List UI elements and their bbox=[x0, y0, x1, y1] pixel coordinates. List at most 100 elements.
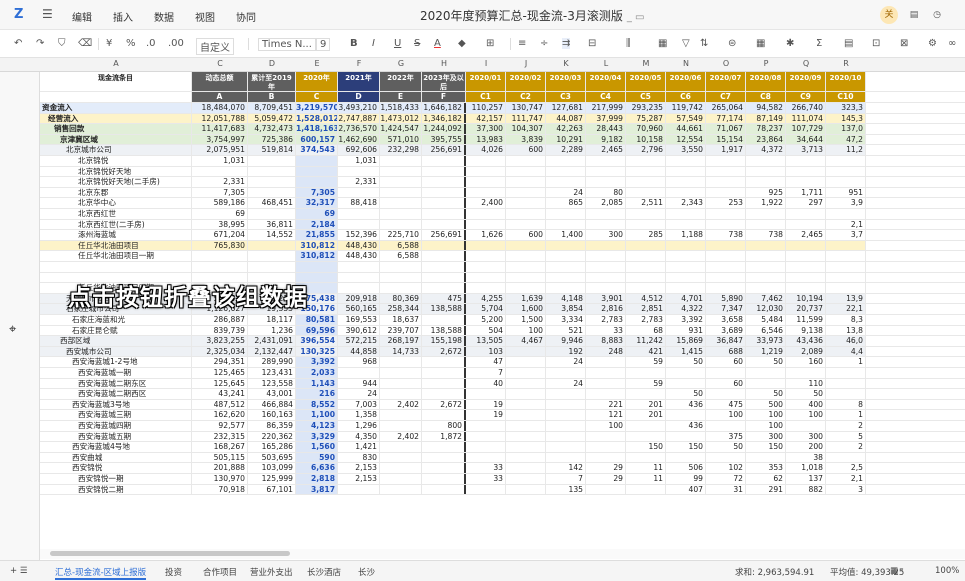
value-cell[interactable] bbox=[586, 209, 626, 219]
value-cell[interactable] bbox=[466, 219, 506, 230]
value-cell[interactable]: 688 bbox=[706, 346, 746, 357]
value-cell[interactable] bbox=[380, 166, 422, 177]
value-cell[interactable]: 11,242 bbox=[626, 336, 666, 346]
history-icon[interactable]: ◷ bbox=[928, 6, 946, 24]
value-cell[interactable] bbox=[706, 177, 746, 187]
value-cell[interactable] bbox=[506, 156, 546, 166]
value-cell[interactable]: 80 bbox=[586, 187, 626, 198]
value-cell[interactable] bbox=[746, 283, 786, 293]
value-cell[interactable]: 47 bbox=[466, 357, 506, 367]
value-cell[interactable]: 1,922 bbox=[746, 198, 786, 208]
row-label-cell[interactable]: 西安城市公司 bbox=[40, 346, 192, 357]
value-cell[interactable] bbox=[826, 452, 866, 463]
value-cell[interactable]: 47,2 bbox=[826, 134, 866, 145]
header-code-cell[interactable]: C10 bbox=[826, 92, 866, 102]
header-cell[interactable]: 2021年 bbox=[338, 72, 380, 91]
value-cell[interactable]: 265,064 bbox=[706, 103, 746, 113]
value-cell[interactable]: 5,704 bbox=[466, 304, 506, 314]
value-cell[interactable]: 10,194 bbox=[786, 293, 826, 304]
value-cell[interactable] bbox=[338, 187, 380, 198]
value-cell[interactable] bbox=[380, 484, 422, 495]
value-cell[interactable] bbox=[506, 368, 546, 378]
value-cell[interactable]: 1,560 bbox=[296, 442, 338, 452]
font-select[interactable]: Times N... bbox=[258, 38, 316, 51]
value-cell[interactable]: 3,823,255 bbox=[192, 336, 248, 346]
value-cell[interactable]: 2,085 bbox=[586, 198, 626, 208]
value-cell[interactable] bbox=[422, 251, 466, 261]
value-cell[interactable]: 390,612 bbox=[338, 325, 380, 336]
value-cell[interactable]: 19 bbox=[466, 399, 506, 410]
value-cell[interactable]: 504 bbox=[466, 325, 506, 336]
value-cell[interactable] bbox=[422, 389, 466, 399]
value-cell[interactable] bbox=[506, 474, 546, 484]
value-cell[interactable]: 590 bbox=[296, 452, 338, 463]
value-cell[interactable]: 60 bbox=[706, 357, 746, 367]
value-cell[interactable] bbox=[380, 474, 422, 484]
row-label-cell[interactable]: 涿州海蓝城 bbox=[40, 230, 192, 240]
value-cell[interactable]: 100 bbox=[746, 410, 786, 420]
row-label-cell[interactable]: 北京锦悦好天地(二手房) bbox=[40, 177, 192, 187]
value-cell[interactable]: 137,0 bbox=[826, 124, 866, 134]
value-cell[interactable]: 5,484 bbox=[746, 315, 786, 325]
value-cell[interactable] bbox=[746, 219, 786, 230]
value-cell[interactable]: 123,558 bbox=[248, 378, 296, 389]
value-cell[interactable]: 121 bbox=[586, 410, 626, 420]
value-cell[interactable]: 297 bbox=[786, 198, 826, 208]
value-cell[interactable] bbox=[626, 421, 666, 431]
value-cell[interactable] bbox=[466, 156, 506, 166]
value-cell[interactable]: 2,1 bbox=[826, 219, 866, 230]
table-icon[interactable]: ▦ bbox=[756, 38, 765, 49]
column-letter-i[interactable]: I bbox=[466, 59, 506, 68]
value-cell[interactable] bbox=[546, 368, 586, 378]
value-cell[interactable]: 256,691 bbox=[422, 230, 466, 240]
value-cell[interactable]: 506 bbox=[666, 463, 706, 473]
value-cell[interactable] bbox=[826, 166, 866, 177]
value-cell[interactable]: 127,681 bbox=[546, 103, 586, 113]
value-cell[interactable]: 2,851 bbox=[626, 304, 666, 314]
valign-icon[interactable]: ÷ bbox=[540, 38, 548, 49]
value-cell[interactable]: 2,736,570 bbox=[338, 124, 380, 134]
header-code-cell[interactable]: C9 bbox=[786, 92, 826, 102]
value-cell[interactable]: 162,620 bbox=[192, 410, 248, 420]
column-letter-o[interactable]: O bbox=[706, 59, 746, 68]
value-cell[interactable]: 103 bbox=[466, 346, 506, 357]
value-cell[interactable]: 6,588 bbox=[380, 251, 422, 261]
value-cell[interactable]: 600 bbox=[506, 230, 546, 240]
value-cell[interactable] bbox=[706, 156, 746, 166]
value-cell[interactable] bbox=[192, 262, 248, 272]
value-cell[interactable]: 99 bbox=[666, 474, 706, 484]
value-cell[interactable] bbox=[380, 198, 422, 208]
value-cell[interactable]: 1,917 bbox=[706, 145, 746, 155]
value-cell[interactable]: 216 bbox=[296, 389, 338, 399]
value-cell[interactable] bbox=[706, 251, 746, 261]
header-code-cell[interactable]: C8 bbox=[746, 92, 786, 102]
value-cell[interactable]: 11,599 bbox=[786, 315, 826, 325]
value-cell[interactable] bbox=[746, 378, 786, 389]
sheet-tab-coop[interactable]: 合作项目 bbox=[203, 566, 237, 578]
value-cell[interactable]: 40 bbox=[466, 378, 506, 389]
value-cell[interactable]: 11 bbox=[626, 474, 666, 484]
value-cell[interactable] bbox=[338, 272, 380, 283]
value-cell[interactable]: 42,157 bbox=[466, 113, 506, 124]
value-cell[interactable]: 14,552 bbox=[248, 230, 296, 240]
value-cell[interactable]: 1,031 bbox=[192, 156, 248, 166]
value-cell[interactable]: 2,816 bbox=[586, 304, 626, 314]
column-letter-d[interactable]: D bbox=[248, 59, 296, 68]
value-cell[interactable]: 6,636 bbox=[296, 463, 338, 473]
value-cell[interactable] bbox=[586, 357, 626, 367]
value-cell[interactable]: 80,581 bbox=[296, 315, 338, 325]
value-cell[interactable]: 2,184 bbox=[296, 219, 338, 230]
header-cell[interactable]: 2020/08 bbox=[746, 72, 786, 91]
value-cell[interactable]: 3,493,210 bbox=[338, 103, 380, 113]
value-cell[interactable]: 3,7 bbox=[826, 230, 866, 240]
row-label-cell[interactable] bbox=[40, 262, 192, 272]
value-cell[interactable] bbox=[826, 389, 866, 399]
value-cell[interactable]: 1,018 bbox=[786, 463, 826, 473]
value-cell[interactable] bbox=[546, 389, 586, 399]
value-cell[interactable]: 285 bbox=[626, 230, 666, 240]
column-letter-c[interactable]: C bbox=[192, 59, 248, 68]
value-cell[interactable]: 3,689 bbox=[706, 325, 746, 336]
user-avatar[interactable]: 关 bbox=[880, 6, 898, 24]
value-cell[interactable]: 24 bbox=[546, 378, 586, 389]
value-cell[interactable]: 1,639 bbox=[506, 293, 546, 304]
